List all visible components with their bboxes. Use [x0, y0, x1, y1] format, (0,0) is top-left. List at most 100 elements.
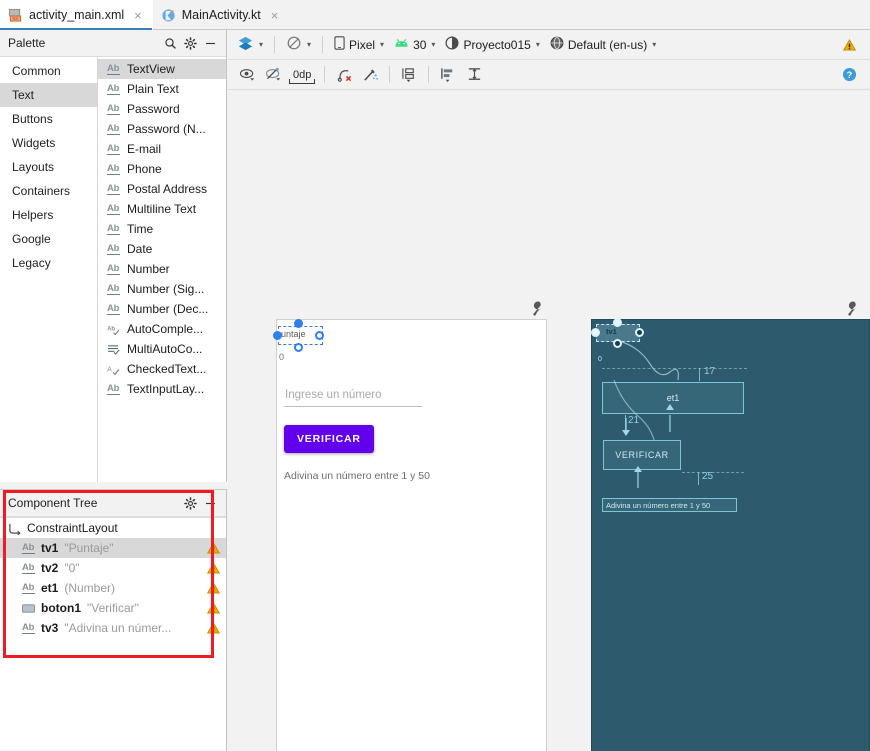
- theme-selector[interactable]: Proyecto015 ▾: [440, 34, 544, 56]
- warning-icon[interactable]: [836, 34, 862, 56]
- locale-selector[interactable]: Default (en-us) ▾: [545, 34, 661, 56]
- tree-node-boton1[interactable]: boton1 "Verificar": [0, 598, 226, 618]
- tab-activity-main-xml[interactable]: <> activity_main.xml ×: [0, 0, 153, 30]
- blueprint-boton1[interactable]: VERIFICAR: [603, 440, 681, 470]
- palette-item-password-numeric[interactable]: Ab Password (N...: [98, 119, 226, 139]
- align-icon[interactable]: [435, 64, 461, 86]
- warning-icon[interactable]: [206, 621, 221, 634]
- search-icon[interactable]: [160, 33, 180, 53]
- category-label: Helpers: [12, 208, 54, 222]
- toolbar-separator: [324, 66, 326, 83]
- palette-category-containers[interactable]: Containers: [0, 179, 97, 203]
- warning-icon[interactable]: [206, 541, 221, 554]
- warning-icon[interactable]: [206, 561, 221, 574]
- tree-node-id: tv1: [41, 541, 59, 555]
- tree-node-tv3[interactable]: Ab tv3 "Adivina un númer...: [0, 618, 226, 638]
- close-icon[interactable]: ×: [134, 9, 142, 22]
- gear-icon[interactable]: [180, 493, 200, 513]
- gear-icon[interactable]: [180, 33, 200, 53]
- blueprint-button-label: VERIFICAR: [615, 450, 669, 460]
- palette-item-multi-autocomplete-textview[interactable]: MultiAutoCo...: [98, 339, 226, 359]
- palette-item-time[interactable]: Ab Time: [98, 219, 226, 239]
- blueprint-toggle-button[interactable]: ▾: [281, 34, 316, 56]
- palette-category-google[interactable]: Google: [0, 227, 97, 251]
- palette-item-checked-textview[interactable]: A CheckedText...: [98, 359, 226, 379]
- tree-node-et1[interactable]: Ab et1 (Number): [0, 578, 226, 598]
- constraint-dimension-21: 21: [628, 415, 640, 426]
- resize-handle-right[interactable]: [315, 331, 324, 340]
- wrench-icon[interactable]: [845, 301, 859, 317]
- tree-node-value: "0": [64, 561, 80, 575]
- tree-node-id: et1: [41, 581, 59, 595]
- guidelines-icon[interactable]: [461, 64, 487, 86]
- autoconnect-icon[interactable]: [260, 64, 286, 86]
- tv2-text[interactable]: 0: [279, 352, 284, 362]
- blueprint-handle-right[interactable]: [635, 328, 644, 337]
- design-canvas[interactable]: untaje 0 Ingrese un número VERIFICAR Adi…: [228, 90, 870, 751]
- pack-icon[interactable]: [396, 64, 422, 86]
- blueprint-handle-left[interactable]: [591, 328, 600, 337]
- tree-node-value: "Adivina un númer...: [64, 621, 172, 635]
- palette-item-password[interactable]: Ab Password: [98, 99, 226, 119]
- minimize-icon[interactable]: [200, 493, 220, 513]
- clear-constraints-icon[interactable]: [331, 64, 357, 86]
- palette-item-label: Password: [127, 102, 180, 116]
- palette-item-number-signed[interactable]: Ab Number (Sig...: [98, 279, 226, 299]
- wrench-icon[interactable]: [530, 301, 544, 317]
- device-selector[interactable]: Pixel ▾: [329, 34, 389, 56]
- tree-node-tv1[interactable]: Ab tv1 "Puntaje": [0, 538, 226, 558]
- resize-handle-bottom[interactable]: [294, 343, 303, 352]
- show-constraints-icon[interactable]: [234, 64, 260, 86]
- tree-node-value: (Number): [64, 581, 116, 595]
- palette-category-buttons[interactable]: Buttons: [0, 107, 97, 131]
- palette-item-label: AutoComple...: [127, 322, 204, 336]
- palette-item-phone[interactable]: Ab Phone: [98, 159, 226, 179]
- selected-widget-tv1[interactable]: untaje: [273, 319, 325, 352]
- warning-icon[interactable]: [206, 601, 221, 614]
- resize-handle-left[interactable]: [273, 331, 282, 340]
- palette-item-label: TextView: [127, 62, 175, 76]
- palette-item-plain-text[interactable]: Ab Plain Text: [98, 79, 226, 99]
- palette-item-textview[interactable]: Ab TextView: [98, 59, 226, 79]
- blueprint-preview-phone[interactable]: tv1 0 17 et1 21 VERIFICAR 25 Adivina un …: [591, 318, 870, 751]
- palette-item-multiline-text[interactable]: Ab Multiline Text: [98, 199, 226, 219]
- tv3-text[interactable]: Adivina un número entre 1 y 50: [284, 470, 430, 482]
- palette-category-text[interactable]: Text: [0, 83, 97, 107]
- blueprint-handle-bottom[interactable]: [613, 339, 622, 348]
- resize-handle-top[interactable]: [294, 319, 303, 328]
- category-label: Buttons: [12, 112, 53, 126]
- palette-item-date[interactable]: Ab Date: [98, 239, 226, 259]
- tree-node-tv2[interactable]: Ab tv2 "0": [0, 558, 226, 578]
- blueprint-et1[interactable]: et1: [602, 382, 744, 414]
- palette-category-helpers[interactable]: Helpers: [0, 203, 97, 227]
- blueprint-tv3[interactable]: Adivina un número entre 1 y 50: [602, 498, 737, 512]
- palette-category-common[interactable]: Common: [0, 59, 97, 83]
- default-margin-button[interactable]: 0dp: [289, 67, 316, 84]
- ab-icon: Ab: [107, 182, 120, 195]
- palette-item-postal-address[interactable]: Ab Postal Address: [98, 179, 226, 199]
- close-icon[interactable]: ×: [271, 9, 279, 22]
- palette-item-email[interactable]: Ab E-mail: [98, 139, 226, 159]
- et1-hint-text[interactable]: Ingrese un número: [285, 389, 425, 401]
- palette-item-number[interactable]: Ab Number: [98, 259, 226, 279]
- palette-category-layouts[interactable]: Layouts: [0, 155, 97, 179]
- palette-category-widgets[interactable]: Widgets: [0, 131, 97, 155]
- palette-item-autocomplete-textview[interactable]: Ab AutoComple...: [98, 319, 226, 339]
- palette-item-number-decimal[interactable]: Ab Number (Dec...: [98, 299, 226, 319]
- infer-constraints-icon[interactable]: [357, 64, 383, 86]
- tree-node-constraintlayout[interactable]: ConstraintLayout: [0, 518, 226, 538]
- view-mode-button[interactable]: ▾: [232, 34, 268, 56]
- warning-icon[interactable]: [206, 581, 221, 594]
- blueprint-handle-top[interactable]: [613, 318, 622, 327]
- verificar-button[interactable]: VERIFICAR: [284, 425, 374, 453]
- editor-tab-bar: <> activity_main.xml × MainActivity.kt ×: [0, 0, 870, 30]
- toolbar-separator: [389, 66, 391, 83]
- palette-item-label: Multiline Text: [127, 202, 197, 216]
- palette-item-text-input-layout[interactable]: Ab TextInputLay...: [98, 379, 226, 399]
- help-icon[interactable]: ?: [836, 64, 862, 86]
- minimize-icon[interactable]: [200, 33, 220, 53]
- design-preview-phone[interactable]: untaje 0 Ingrese un número VERIFICAR Adi…: [273, 319, 547, 751]
- palette-category-legacy[interactable]: Legacy: [0, 251, 97, 275]
- api-level-selector[interactable]: 30 ▾: [389, 34, 440, 56]
- tab-main-activity-kt[interactable]: MainActivity.kt ×: [153, 0, 290, 30]
